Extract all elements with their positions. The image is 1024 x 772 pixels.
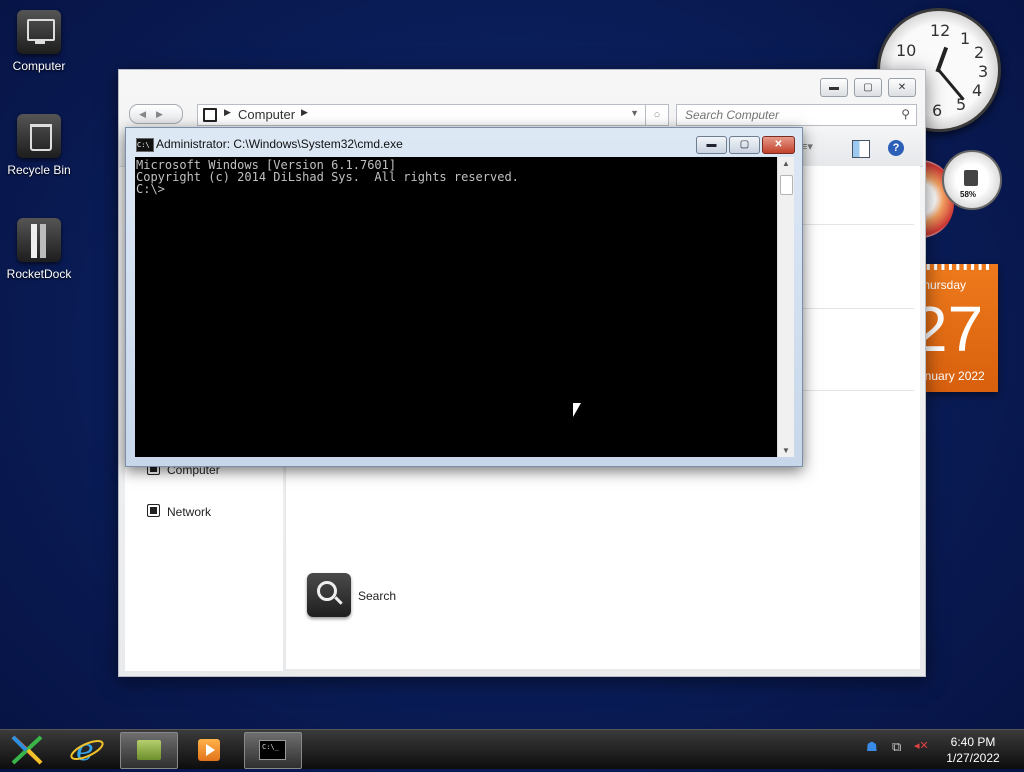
- search-item-icon[interactable]: [307, 573, 351, 617]
- taskbar: e C:\_ ☗ ⧉ ◂✕ 6:40 PM 1/27/2022: [0, 729, 1024, 769]
- chevron-right-icon[interactable]: ▶: [224, 107, 231, 118]
- clock-number: 2: [974, 43, 985, 62]
- desktop-icon-label: RocketDock: [6, 267, 72, 281]
- cmd-icon: C:\_: [259, 740, 286, 760]
- desktop-icon-recycle-bin[interactable]: Recycle Bin: [0, 114, 79, 177]
- nav-item-label: Network: [167, 505, 212, 519]
- console-output[interactable]: Microsoft Windows [Version 6.1.7601] Copy…: [135, 157, 777, 457]
- scroll-down-icon[interactable]: ▼: [778, 446, 794, 455]
- start-button[interactable]: [8, 732, 46, 767]
- address-dropdown-icon[interactable]: ▼: [630, 108, 639, 118]
- rocketdock-icon: [17, 218, 61, 262]
- internet-explorer-button[interactable]: e: [66, 732, 108, 768]
- close-button[interactable]: ✕: [888, 78, 916, 97]
- desktop-icon-computer[interactable]: Computer: [0, 10, 79, 73]
- volume-icon[interactable]: ◂✕: [914, 739, 929, 752]
- clock-number: 4: [972, 81, 983, 100]
- cmd-titlebar[interactable]: C:\ Administrator: C:\Windows\System32\c…: [126, 128, 802, 156]
- chip-icon: [964, 170, 978, 186]
- folder-icon: [137, 740, 161, 760]
- close-button[interactable]: ✕: [762, 136, 795, 154]
- internet-explorer-icon: e: [70, 733, 104, 768]
- media-player-button[interactable]: [188, 732, 230, 767]
- computer-icon: [203, 108, 217, 122]
- clock-number: 10: [896, 41, 917, 60]
- scroll-thumb[interactable]: [780, 175, 793, 195]
- maximize-button[interactable]: ▢: [729, 136, 760, 154]
- mouse-cursor: [573, 403, 581, 417]
- breadcrumb-computer[interactable]: Computer: [238, 107, 295, 122]
- clock-number: 3: [978, 62, 989, 81]
- cmd-taskbar-button[interactable]: C:\_: [244, 732, 302, 769]
- meter-percent: 58%: [960, 190, 977, 199]
- calendar-month-year: January 2022: [926, 369, 985, 383]
- memory-meter-gadget[interactable]: 58%: [942, 150, 1002, 210]
- chevron-right-icon[interactable]: ▶: [301, 107, 308, 118]
- refresh-button[interactable]: ○: [645, 104, 669, 126]
- cmd-window: C:\ Administrator: C:\Windows\System32\c…: [125, 127, 803, 467]
- calendar-weekday: Thursday: [926, 278, 967, 292]
- vertical-scrollbar[interactable]: ▲ ▼: [777, 157, 794, 457]
- start-icon: [11, 735, 43, 765]
- media-player-icon: [198, 739, 220, 761]
- calendar-day: 27: [926, 293, 984, 365]
- console-prompt: C:\>: [136, 182, 165, 196]
- search-icon[interactable]: ⚲: [901, 107, 910, 121]
- clock-number: 1: [960, 29, 971, 48]
- taskbar-time: 6:40 PM: [950, 735, 996, 749]
- computer-icon: [17, 10, 61, 54]
- taskbar-date: 1/27/2022: [946, 751, 1000, 765]
- network-icon[interactable]: ⧉: [892, 739, 901, 755]
- desktop-icon-label: Computer: [12, 59, 66, 73]
- desktop-icon-label: Recycle Bin: [7, 163, 71, 177]
- views-icon[interactable]: ≡▾: [801, 140, 817, 156]
- search-input[interactable]: [683, 105, 892, 125]
- back-forward-buttons[interactable]: ◀▶: [129, 104, 183, 124]
- cmd-title: Administrator: C:\Windows\System32\cmd.e…: [156, 137, 403, 151]
- explorer-taskbar-button[interactable]: [120, 732, 178, 769]
- minimize-button[interactable]: ▬: [696, 136, 727, 154]
- notification-icon[interactable]: ☗: [866, 739, 878, 755]
- taskbar-clock[interactable]: 6:40 PM 1/27/2022: [930, 734, 1016, 766]
- clock-minute-hand: [936, 67, 965, 101]
- svg-text:e: e: [76, 733, 94, 767]
- desktop-icon-rocketdock[interactable]: RocketDock: [0, 218, 79, 281]
- maximize-button[interactable]: ▢: [854, 78, 882, 97]
- scroll-up-icon[interactable]: ▲: [778, 159, 794, 168]
- minimize-button[interactable]: ▬: [820, 78, 848, 97]
- search-field[interactable]: ⚲: [676, 104, 917, 126]
- recycle-bin-icon: [17, 114, 61, 158]
- nav-item-network[interactable]: Network: [147, 504, 211, 519]
- clock-number: 6: [932, 101, 943, 120]
- address-bar[interactable]: ▶ Computer ▶ ▼: [197, 104, 646, 126]
- cmd-icon: C:\: [136, 138, 154, 152]
- calendar-gadget[interactable]: ▮▮▮▮▮▮▮▮▮ Thursday 27 January 2022: [926, 264, 998, 392]
- console-line: Copyright (c) 2014 DiLshad Sys. All righ…: [136, 170, 519, 184]
- calendar-rings: ▮▮▮▮▮▮▮▮▮: [926, 264, 993, 271]
- preview-pane-icon[interactable]: [852, 140, 870, 158]
- clock-number: 12: [930, 21, 951, 40]
- network-icon: [147, 504, 160, 517]
- search-item-label[interactable]: Search: [358, 589, 396, 603]
- help-icon[interactable]: ?: [888, 140, 904, 156]
